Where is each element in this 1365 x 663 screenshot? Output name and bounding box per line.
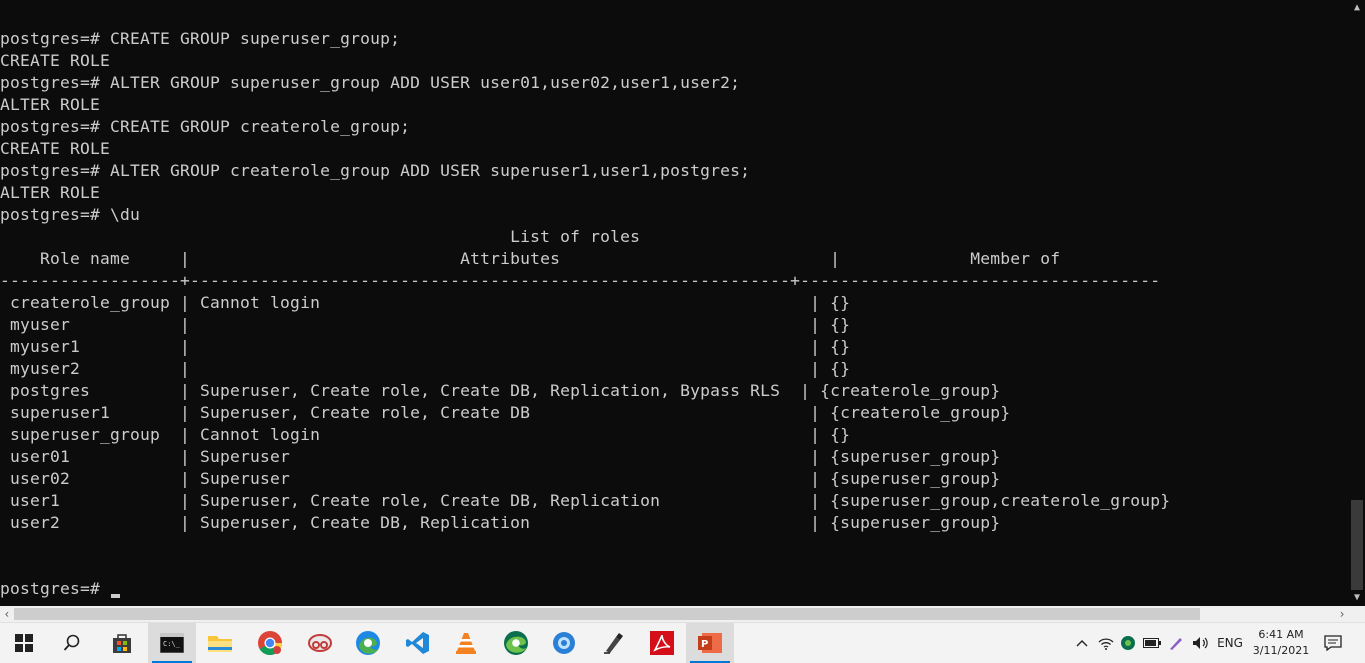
table-row: createrole_group | Cannot login | {}	[0, 293, 851, 312]
notification-icon	[1324, 635, 1342, 651]
horizontal-scroll-thumb[interactable]	[14, 608, 1200, 620]
file-explorer-app[interactable]	[196, 623, 244, 663]
powerpoint-app[interactable]: P	[686, 623, 734, 663]
chevron-up-icon	[1076, 640, 1088, 647]
snipping-tool-icon	[308, 634, 332, 652]
edge-dev-app[interactable]	[492, 623, 540, 663]
windows-logo-icon	[15, 634, 33, 652]
volume-tray[interactable]	[1190, 623, 1212, 663]
vscode-icon	[406, 632, 429, 654]
edge-dev-icon	[1121, 636, 1135, 650]
search-button[interactable]	[48, 623, 96, 663]
table-separator: ------------------+---------------------…	[0, 271, 1161, 290]
battery-icon	[1143, 638, 1161, 648]
notification-center-button[interactable]	[1318, 623, 1348, 663]
network-tray[interactable]	[1096, 623, 1116, 663]
start-button[interactable]	[0, 623, 48, 663]
edge-icon	[356, 631, 380, 655]
terminal-line: postgres=# ALTER GROUP createrole_group …	[0, 161, 751, 180]
svg-text:P: P	[701, 639, 708, 650]
vlc-app[interactable]	[442, 623, 490, 663]
pen-tray[interactable]	[1166, 623, 1186, 663]
scroll-right-icon[interactable]: ›	[1335, 606, 1349, 622]
chrome-app[interactable]	[246, 623, 294, 663]
table-title: List of roles	[0, 227, 641, 246]
battery-tray[interactable]	[1142, 623, 1162, 663]
text-cursor	[111, 594, 120, 598]
powerpoint-icon: P	[698, 633, 722, 653]
vscode-app[interactable]	[394, 623, 442, 663]
language-indicator[interactable]: ENG	[1214, 623, 1246, 663]
chrome-icon	[258, 631, 282, 656]
vlc-icon	[456, 633, 476, 654]
table-row: user2 | Superuser, Create DB, Replicatio…	[0, 513, 1001, 532]
table-row: user01 | Superuser | {superuser_group}	[0, 447, 1001, 466]
wifi-icon	[1098, 638, 1114, 650]
taskbar: C:\_ P ENG 6:41 AM 3/11/2021	[0, 622, 1365, 663]
acrobat-icon	[650, 631, 674, 655]
store-app[interactable]	[98, 623, 146, 663]
scroll-left-icon[interactable]: ‹	[0, 606, 14, 622]
scroll-down-icon[interactable]: ▼	[1349, 590, 1365, 606]
folder-icon	[208, 636, 232, 652]
vertical-scroll-thumb[interactable]	[1351, 500, 1363, 590]
scroll-corner	[1349, 606, 1365, 622]
terminal-line: CREATE ROLE	[0, 139, 111, 158]
terminal-line: postgres=# CREATE GROUP createrole_group…	[0, 117, 411, 136]
table-row: superuser1 | Superuser, Create role, Cre…	[0, 403, 1011, 422]
scroll-up-icon[interactable]: ▲	[1349, 0, 1365, 16]
table-row: superuser_group | Cannot login | {}	[0, 425, 851, 444]
terminal-line: postgres=# CREATE GROUP superuser_group;	[0, 29, 401, 48]
prompt-line[interactable]: postgres=#	[0, 578, 110, 600]
svg-text:C:\_: C:\_	[163, 640, 181, 648]
clock-date: 3/11/2021	[1252, 644, 1310, 657]
search-icon	[63, 634, 80, 651]
horizontal-scrollbar[interactable]: ‹ ›	[0, 606, 1349, 622]
table-row: myuser1 | | {}	[0, 337, 851, 356]
pen-icon	[1170, 638, 1182, 650]
edge-app[interactable]	[344, 623, 392, 663]
terminal-line: CREATE ROLE	[0, 51, 111, 70]
edge-dev-tray[interactable]	[1118, 623, 1138, 663]
volume-icon	[1193, 637, 1208, 649]
table-row: myuser2 | | {}	[0, 359, 851, 378]
cmd-app[interactable]: C:\_	[148, 623, 196, 663]
pen-app[interactable]	[590, 623, 638, 663]
table-header: Role name | Attributes | Member of	[0, 249, 1061, 268]
snipping-app[interactable]	[296, 623, 344, 663]
cortana-icon	[553, 632, 575, 654]
terminal-window[interactable]: postgres=# CREATE GROUP superuser_group;…	[0, 0, 1349, 606]
vertical-scrollbar[interactable]: ▲ ▼	[1349, 0, 1365, 606]
table-row: user02 | Superuser | {superuser_group}	[0, 469, 1001, 488]
cortana-app[interactable]	[540, 623, 588, 663]
acrobat-app[interactable]	[638, 623, 686, 663]
table-row: myuser | | {}	[0, 315, 851, 334]
terminal-line: ALTER ROLE	[0, 183, 101, 202]
command-prompt-icon: C:\_	[160, 633, 184, 653]
table-row: user1 | Superuser, Create role, Create D…	[0, 491, 1171, 510]
terminal-line: postgres=# \du	[0, 205, 141, 224]
store-icon	[113, 634, 131, 653]
clock[interactable]: 6:41 AM 3/11/2021	[1248, 623, 1314, 663]
terminal-line: postgres=# ALTER GROUP superuser_group A…	[0, 73, 741, 92]
edge-dev-icon	[504, 631, 528, 655]
pen-tool-icon	[604, 633, 623, 654]
table-row: postgres | Superuser, Create role, Creat…	[0, 381, 1001, 400]
clock-time: 6:41 AM	[1258, 628, 1304, 641]
show-hidden-icons-button[interactable]	[1072, 623, 1092, 663]
terminal-line: ALTER ROLE	[0, 95, 101, 114]
